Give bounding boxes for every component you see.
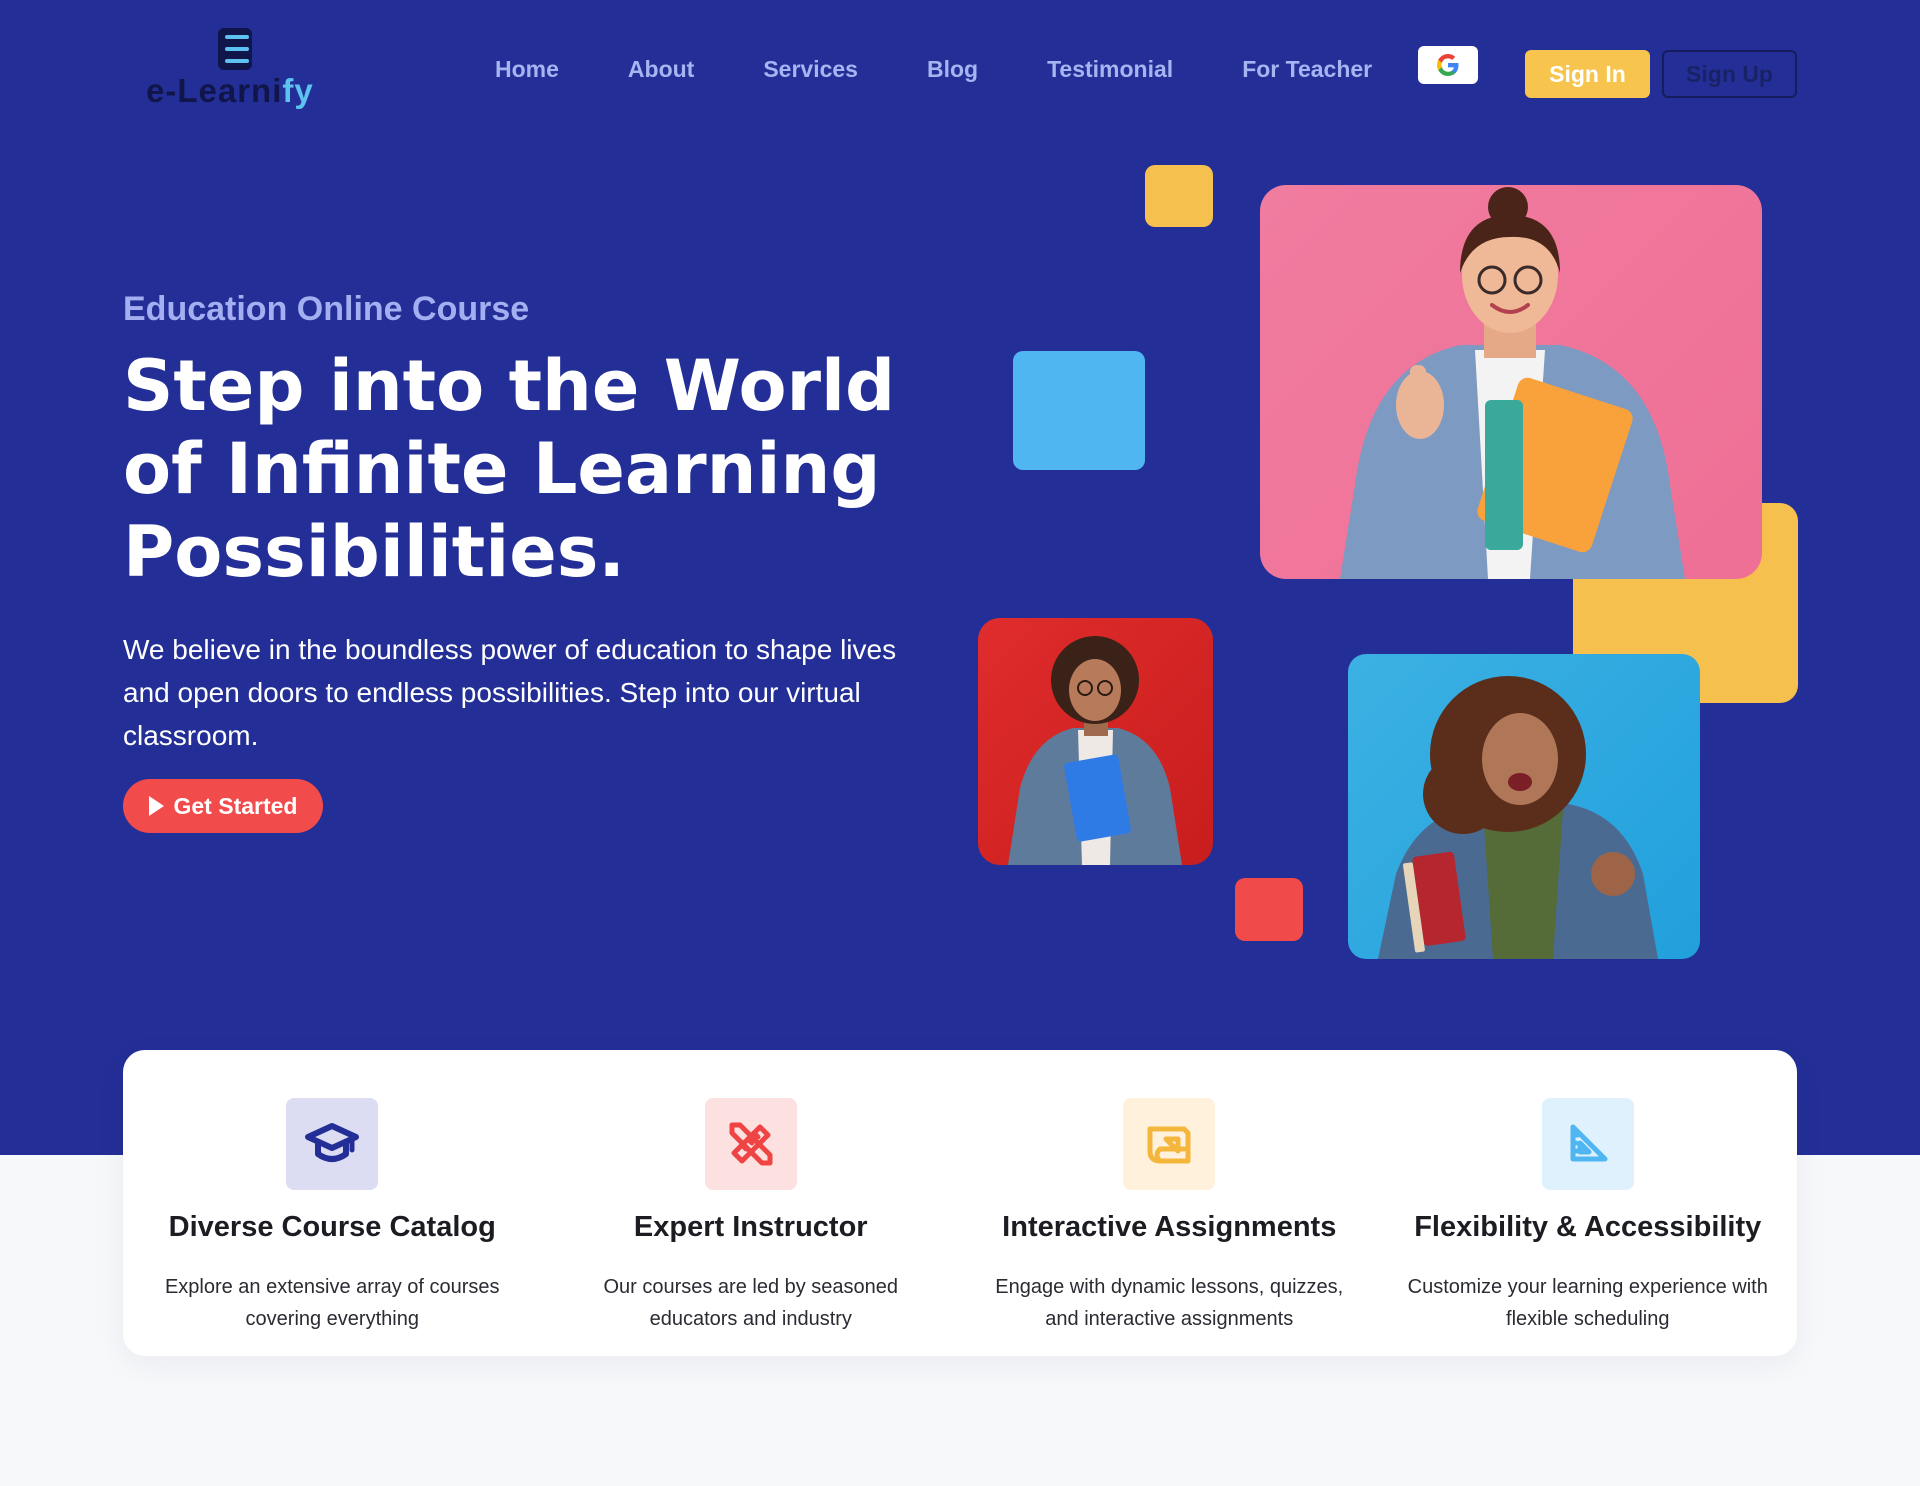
student-illustration-1 [1340,187,1685,579]
feature-title: Expert Instructor [633,1211,868,1243]
feature-icon-box [1541,1098,1634,1190]
decor-square-blue [1013,351,1145,470]
feature-icon-box [1123,1098,1216,1190]
logo-book-icon [218,28,252,70]
logo-text-main: e-Learni [146,72,283,109]
feature-desc: Explore an extensive array of courses co… [164,1276,500,1330]
logo-text: e-Learnify [146,72,314,110]
hero-headline-line-2: of Infinite Learning [123,428,881,510]
feature-course-catalog: Diverse Course Catalog Explore an extens… [123,1050,542,1356]
feature-desc: Our courses are led by seasoned educator… [603,1276,899,1330]
decor-square-yellow-small [1145,165,1213,227]
nav-testimonial[interactable]: Testimonial [1047,56,1173,83]
set-square-icon [1570,1124,1608,1162]
play-icon [148,796,164,816]
student-illustration-3 [1378,676,1658,959]
get-started-label: Get Started [173,792,298,819]
get-started-button[interactable]: Get Started [123,779,323,833]
nav-services[interactable]: Services [763,56,858,83]
logo-text-accent: fy [282,72,314,109]
graduation-cap-icon [305,1123,360,1162]
nav-home[interactable]: Home [495,56,559,83]
student-photo-thumbs-up [1260,185,1762,579]
sign-in-button[interactable]: Sign In [1525,50,1650,98]
feature-title: Diverse Course Catalog [168,1211,496,1243]
feature-expert-instructor: Expert Instructor Our courses are led by… [542,1050,961,1356]
main-nav: Home About Services Blog Testimonial For… [495,56,1372,83]
logo[interactable]: e-Learnify [146,28,326,116]
hero-section: e-Learnify Home About Services Blog Test… [0,0,1920,1155]
student-photo-red [978,618,1213,865]
hero-headline-line-3: Possibilities. [123,511,625,593]
student-illustration-2 [1008,636,1182,865]
feature-desc: Engage with dynamic lessons, quizzes, an… [995,1276,1344,1330]
google-signin-button[interactable] [1418,46,1478,84]
blueprint-icon [1147,1126,1191,1164]
google-g-icon [1437,54,1459,76]
feature-desc: Customize your learning experience with … [1407,1276,1768,1330]
nav-for-teacher[interactable]: For Teacher [1242,56,1372,83]
student-photo-blue [1348,654,1700,959]
nav-about[interactable]: About [628,56,694,83]
nav-blog[interactable]: Blog [927,56,978,83]
feature-interactive-assignments: Interactive Assignments Engage with dyna… [960,1050,1379,1356]
ruler-pencil-icon [729,1122,773,1166]
feature-title: Interactive Assignments [1002,1211,1337,1243]
hero-headline: Step into the World of Infinite Learning… [123,345,923,594]
feature-title: Flexibility & Accessibility [1414,1211,1762,1243]
features-card: Diverse Course Catalog Explore an extens… [123,1050,1797,1356]
feature-icon-box [704,1098,797,1190]
feature-flexibility: Flexibility & Accessibility Customize yo… [1379,1050,1798,1356]
hero-eyebrow: Education Online Course [123,290,530,328]
hero-headline-line-1: Step into the World [123,345,896,427]
hero-lead: We believe in the boundless power of edu… [123,634,897,751]
sign-up-button[interactable]: Sign Up [1662,50,1797,98]
feature-icon-box [286,1098,379,1190]
decor-square-red [1235,878,1303,941]
